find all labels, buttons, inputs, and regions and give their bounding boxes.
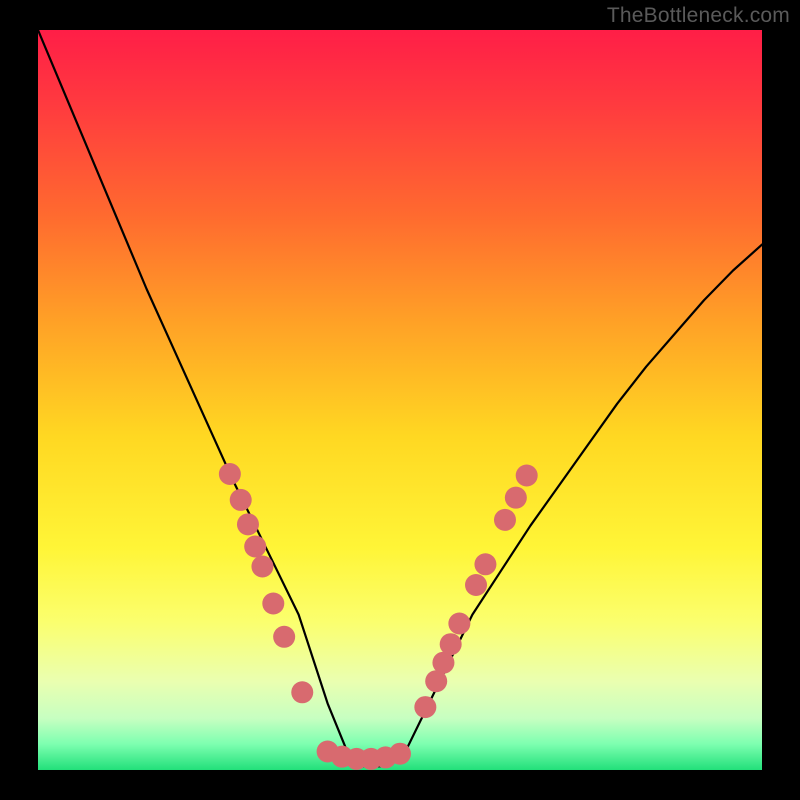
data-marker [389,743,411,765]
data-marker [273,626,295,648]
data-marker [414,696,436,718]
data-marker [448,612,470,634]
chart-plot-area [38,30,762,770]
data-marker [237,513,259,535]
data-marker [440,633,462,655]
bottleneck-chart [0,0,800,800]
data-marker [244,536,266,558]
data-marker [505,487,527,509]
data-marker [291,681,313,703]
data-marker [465,574,487,596]
chart-frame: TheBottleneck.com [0,0,800,800]
watermark-text: TheBottleneck.com [607,4,790,28]
data-marker [474,553,496,575]
data-marker [251,556,273,578]
data-marker [494,509,516,531]
data-marker [230,489,252,511]
data-marker [219,463,241,485]
data-marker [262,593,284,615]
data-marker [516,464,538,486]
